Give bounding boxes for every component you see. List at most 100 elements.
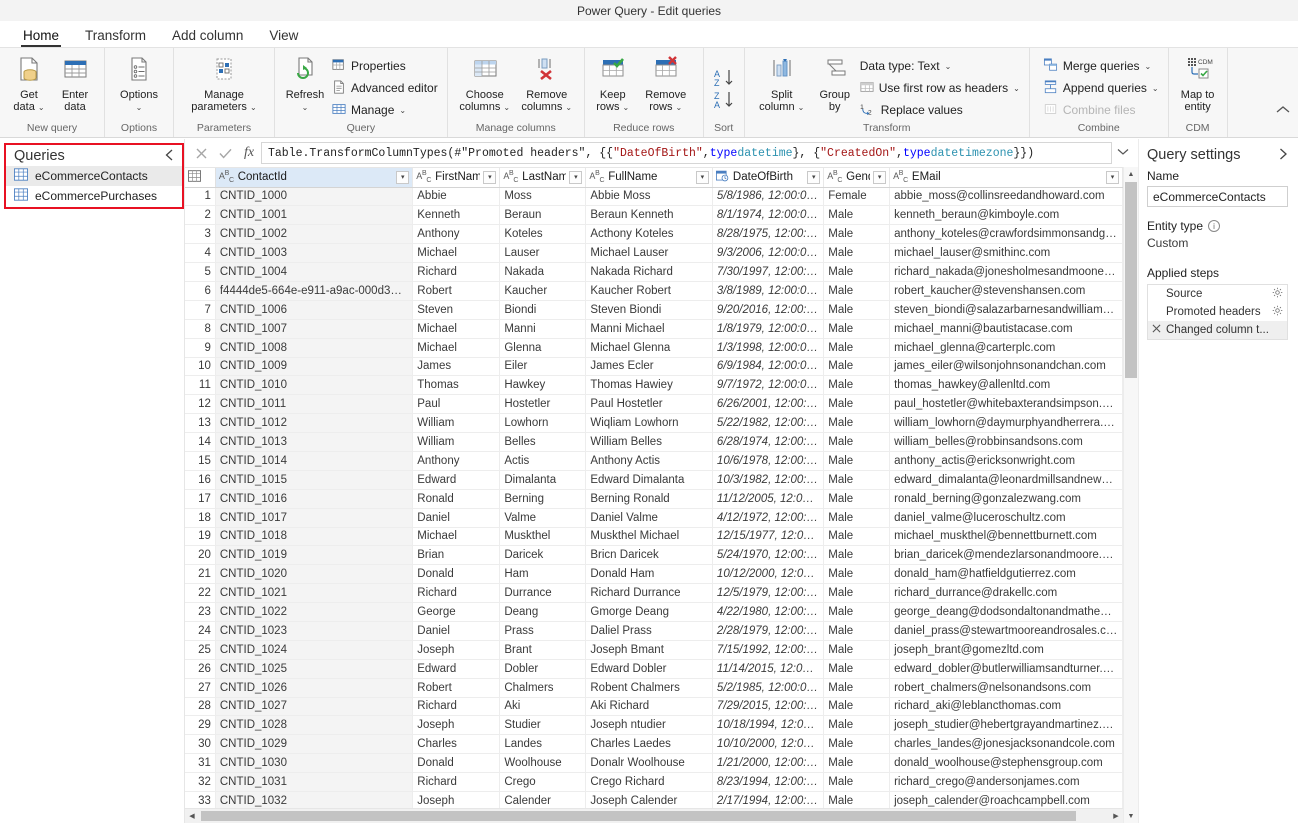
row-number[interactable]: 14 — [185, 432, 216, 452]
cell-firstname[interactable]: Anthony — [412, 224, 501, 245]
cell-gender[interactable]: Male — [823, 357, 891, 377]
cell-gender[interactable]: Male — [823, 753, 891, 774]
cell-contactid[interactable]: CNTID_1003 — [215, 243, 414, 264]
table-row[interactable]: 6 f4444de5-664e-e911-a9ac-000d3a2d57... Ro… — [185, 281, 1123, 301]
table-row[interactable]: 20 CNTID_1019 Brian Daricek Bricn Daricek 5/2… — [185, 545, 1123, 566]
cell-fullname[interactable]: Edward Dobler — [585, 659, 713, 679]
cell-email[interactable]: richard_durrance@drakellc.com — [889, 583, 1123, 604]
formula-expand-button[interactable] — [1112, 147, 1134, 159]
cell-fullname[interactable]: Abbie Moss — [585, 187, 713, 207]
cell-gender[interactable]: Male — [823, 451, 891, 471]
cell-fullname[interactable]: Anthony Actis — [585, 451, 713, 471]
select-all-table-icon[interactable] — [185, 168, 216, 188]
scroll-down-arrow-icon[interactable]: ▼ — [1124, 809, 1138, 823]
cell-gender[interactable]: Male — [823, 734, 891, 755]
remove-columns-button[interactable]: Remove columns ⌄ — [516, 52, 578, 116]
manage-parameters-button[interactable]: Manage parameters ⌄ — [180, 52, 268, 116]
merge-queries-button[interactable]: Merge queries ⌄ — [1040, 55, 1162, 77]
cell-email[interactable]: richard_nakada@jonesholmesandmooney.com — [889, 262, 1123, 282]
row-number[interactable]: 16 — [185, 470, 216, 490]
append-queries-button[interactable]: Append queries ⌄ — [1040, 77, 1162, 99]
column-filter-button[interactable]: ▾ — [807, 170, 821, 184]
row-number[interactable]: 12 — [185, 394, 216, 415]
horizontal-scrollbar[interactable]: ◀ ▶ — [185, 808, 1123, 823]
query-name-input[interactable]: eCommerceContacts — [1147, 186, 1288, 207]
column-header-firstname[interactable]: ABC FirstName▾ — [412, 168, 501, 188]
cell-lastname[interactable]: Hawkey — [499, 375, 587, 396]
table-row[interactable]: 23 CNTID_1022 George Deang Gmorge Deang 4/22/… — [185, 602, 1123, 622]
row-number[interactable]: 2 — [185, 205, 216, 226]
cell-dateofbirth[interactable]: 2/17/1994, 12:00:00 AM — [712, 791, 825, 808]
cell-firstname[interactable]: Edward — [412, 470, 501, 490]
column-header-email[interactable]: ABC EMail ▾ — [889, 168, 1123, 188]
cell-gender[interactable]: Male — [823, 621, 891, 641]
cell-lastname[interactable]: Kaucher — [499, 281, 587, 301]
cell-contactid[interactable]: CNTID_1004 — [215, 262, 414, 282]
cell-contactid[interactable]: CNTID_1017 — [215, 508, 414, 528]
cell-firstname[interactable]: Joseph — [412, 791, 501, 808]
cell-firstname[interactable]: Donald — [412, 753, 501, 774]
cell-fullname[interactable]: Paul Hostetler — [585, 394, 713, 415]
tab-view[interactable]: View — [256, 26, 311, 47]
row-number[interactable]: 10 — [185, 357, 216, 377]
cell-contactid[interactable]: CNTID_1027 — [215, 697, 414, 717]
row-number[interactable]: 5 — [185, 262, 216, 282]
cell-lastname[interactable]: Manni — [499, 319, 587, 339]
cell-gender[interactable]: Male — [823, 564, 891, 585]
row-number[interactable]: 24 — [185, 621, 216, 641]
column-header-contactid[interactable]: ABC ContactId ▾ — [215, 168, 414, 188]
cell-dateofbirth[interactable]: 8/1/1974, 12:00:00 AM — [712, 205, 825, 226]
cell-lastname[interactable]: Belles — [499, 432, 587, 452]
cell-email[interactable]: robert_kaucher@stevenshansen.com — [889, 281, 1123, 301]
cell-email[interactable]: michael_muskthel@bennettburnett.com — [889, 527, 1123, 547]
tab-transform[interactable]: Transform — [72, 26, 159, 47]
cell-gender[interactable]: Male — [823, 224, 891, 245]
cell-contactid[interactable]: f4444de5-664e-e911-a9ac-000d3a2d57... — [215, 281, 414, 301]
cell-fullname[interactable]: Nakada Richard — [585, 262, 713, 282]
cell-fullname[interactable]: Charles Laedes — [585, 734, 713, 755]
cell-contactid[interactable]: CNTID_1018 — [215, 527, 414, 547]
row-number[interactable]: 27 — [185, 678, 216, 698]
cell-lastname[interactable]: Glenna — [499, 338, 587, 358]
fx-icon[interactable]: fx — [237, 142, 261, 164]
advanced-editor-button[interactable]: Advanced editor — [329, 77, 441, 99]
table-row[interactable]: 7 CNTID_1006 Steven Biondi Steven Biondi 9/20… — [185, 300, 1123, 320]
row-number[interactable]: 30 — [185, 734, 216, 755]
cell-gender[interactable]: Male — [823, 791, 891, 808]
cell-lastname[interactable]: Daricek — [499, 545, 587, 566]
cell-gender[interactable]: Male — [823, 527, 891, 547]
sort-ascending-button[interactable]: A Z — [710, 68, 738, 90]
cell-email[interactable]: george_deang@dodsondaltonandmathews.com — [889, 602, 1123, 622]
cell-dateofbirth[interactable]: 5/2/1985, 12:00:00 AM — [712, 678, 825, 698]
cell-firstname[interactable]: Joseph — [412, 640, 501, 660]
cell-firstname[interactable]: Donald — [412, 564, 501, 585]
tab-home[interactable]: Home — [10, 26, 72, 47]
cell-fullname[interactable]: Berning Ronald — [585, 489, 713, 509]
map-to-entity-button[interactable]: CDM Map to entity — [1175, 52, 1221, 115]
cell-fullname[interactable]: Crego Richard — [585, 772, 713, 792]
cell-dateofbirth[interactable]: 10/12/2000, 12:00:00 ... — [712, 564, 825, 585]
keep-rows-button[interactable]: Keep rows ⌄ — [591, 52, 635, 116]
cell-dateofbirth[interactable]: 7/29/2015, 12:00:00 AM — [712, 697, 825, 717]
cell-firstname[interactable]: Richard — [412, 583, 501, 604]
applied-step-changed-column-type[interactable]: Changed column t... — [1148, 321, 1287, 339]
collapse-queries-pane-button[interactable] — [164, 149, 174, 164]
cell-gender[interactable]: Male — [823, 602, 891, 622]
cell-fullname[interactable]: Michael Lauser — [585, 243, 713, 264]
cell-fullname[interactable]: Steven Biondi — [585, 300, 713, 320]
cell-contactid[interactable]: CNTID_1008 — [215, 338, 414, 358]
row-number[interactable]: 23 — [185, 602, 216, 622]
properties-button[interactable]: Properties — [329, 55, 441, 77]
cell-dateofbirth[interactable]: 10/10/2000, 12:00:00 ... — [712, 734, 825, 755]
table-row[interactable]: 9 CNTID_1008 Michael Glenna Michael Glenna 1/… — [185, 338, 1123, 358]
formula-input[interactable]: Table.TransformColumnTypes(# "Promoted he… — [261, 142, 1112, 164]
cell-contactid[interactable]: CNTID_1009 — [215, 357, 414, 377]
table-row[interactable]: 30 CNTID_1029 Charles Landes Charles Laedes 1… — [185, 734, 1123, 755]
cell-email[interactable]: edward_dobler@butlerwilliamsandturner.co… — [889, 659, 1123, 679]
cell-fullname[interactable]: William Belles — [585, 432, 713, 452]
cell-firstname[interactable]: Michael — [412, 338, 501, 358]
table-row[interactable]: 13 CNTID_1012 William Lowhorn Wiqliam Lowhor… — [185, 413, 1123, 434]
row-number[interactable]: 28 — [185, 697, 216, 717]
cell-fullname[interactable]: Bricn Daricek — [585, 545, 713, 566]
cell-dateofbirth[interactable]: 11/14/2015, 12:00:00 ... — [712, 659, 825, 679]
